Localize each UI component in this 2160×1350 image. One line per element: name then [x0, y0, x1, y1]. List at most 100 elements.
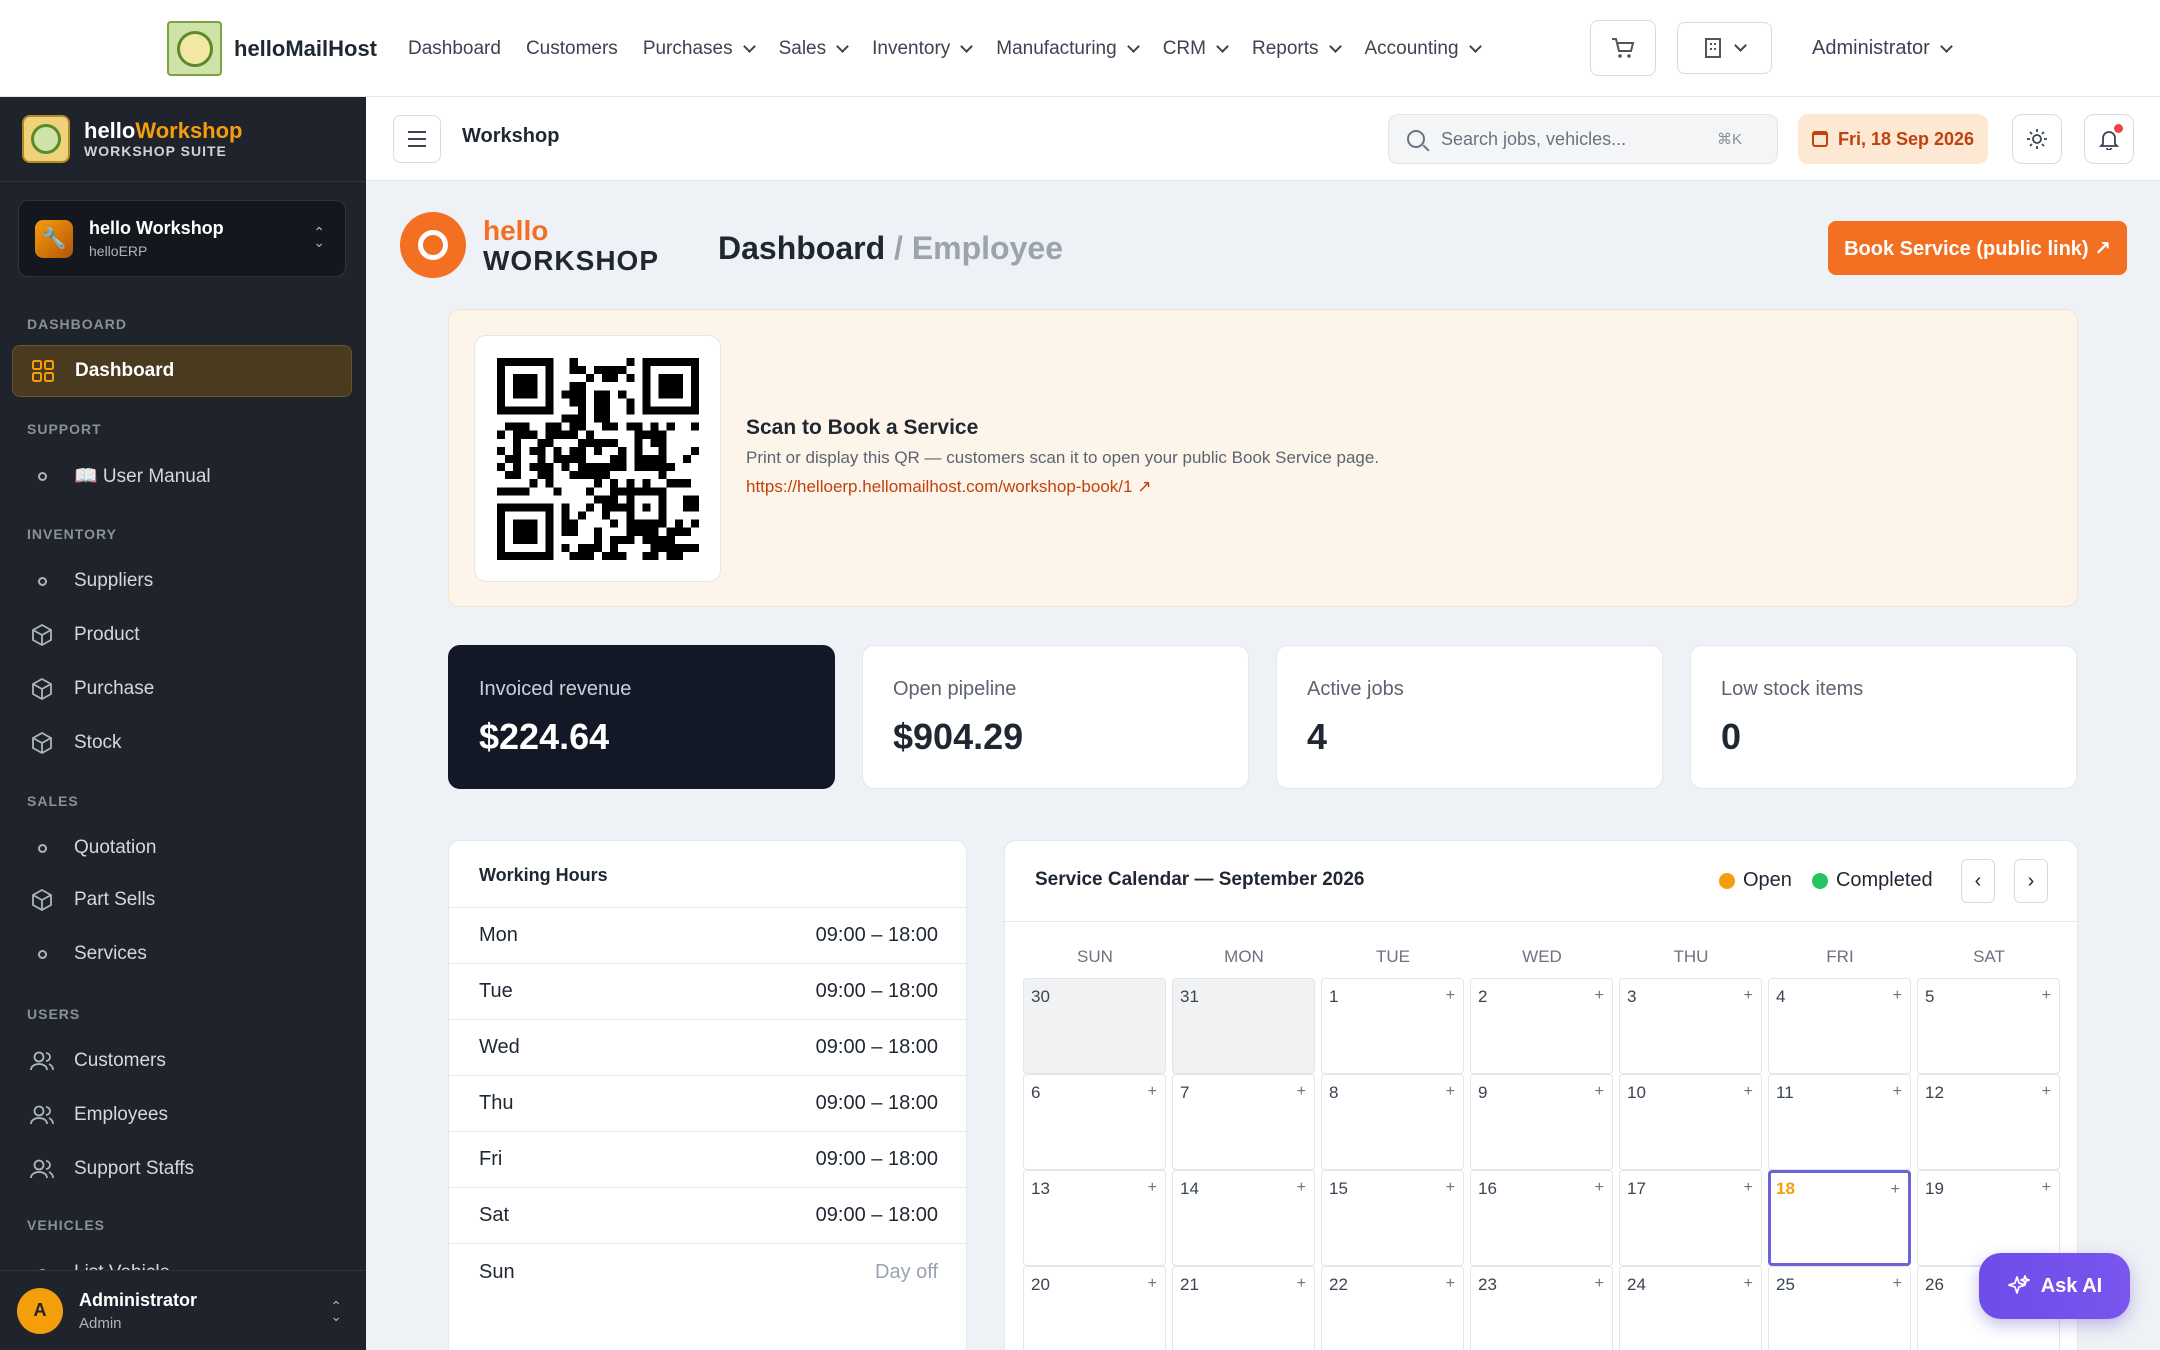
add-booking-icon[interactable]: +	[1744, 1275, 1753, 1293]
menu-manufacturing[interactable]: Manufacturing	[996, 38, 1140, 60]
add-booking-icon[interactable]: +	[1446, 1083, 1455, 1101]
sidebar-item-purchase[interactable]: Purchase	[12, 663, 352, 715]
brand[interactable]: helloMailHost	[167, 21, 377, 76]
calendar-day-cell[interactable]: 5 +	[1917, 978, 2060, 1074]
user-menu[interactable]: Administrator	[1812, 0, 1953, 97]
sidebar-item-support-staffs[interactable]: Support Staffs	[12, 1143, 352, 1195]
menu-accounting[interactable]: Accounting	[1365, 38, 1482, 60]
add-booking-icon[interactable]: +	[1446, 1179, 1455, 1197]
calendar-day-cell[interactable]: 4 +	[1768, 978, 1911, 1074]
dot-icon	[30, 836, 54, 860]
menu-purchases[interactable]: Purchases	[643, 38, 756, 60]
calendar-day-cell[interactable]: 30	[1023, 978, 1166, 1074]
add-booking-icon[interactable]: +	[2042, 1083, 2051, 1101]
add-booking-icon[interactable]: +	[1148, 1275, 1157, 1293]
calendar-day-cell[interactable]: 11 +	[1768, 1074, 1911, 1170]
add-booking-icon[interactable]: +	[1595, 1083, 1604, 1101]
calendar-day-cell[interactable]: 16 +	[1470, 1170, 1613, 1266]
add-booking-icon[interactable]: +	[2042, 1179, 2051, 1197]
book-service-button[interactable]: Book Service (public link) ↗	[1828, 221, 2127, 275]
sidebar-item-user-manual[interactable]: 📖 User Manual	[12, 450, 352, 502]
calendar-day-cell[interactable]: 9 +	[1470, 1074, 1613, 1170]
add-booking-icon[interactable]: +	[1446, 987, 1455, 1005]
calendar-day-cell[interactable]: 17 +	[1619, 1170, 1762, 1266]
calendar-day-cell[interactable]: 10 +	[1619, 1074, 1762, 1170]
user-name: Administrator	[79, 1289, 198, 1310]
calendar-prev-button[interactable]: ‹	[1961, 859, 1995, 903]
calendar-day-cell[interactable]: 8 +	[1321, 1074, 1464, 1170]
sidebar-item-employees[interactable]: Employees	[12, 1089, 352, 1141]
sidebar-item-stock[interactable]: Stock	[12, 717, 352, 769]
sidebar-user-footer[interactable]: A Administrator Admin ⌃ ⌄	[0, 1270, 366, 1350]
calendar-day-cell[interactable]: 18 +	[1768, 1170, 1911, 1266]
add-booking-icon[interactable]: +	[1297, 1179, 1306, 1197]
add-booking-icon[interactable]: +	[1744, 1083, 1753, 1101]
sidebar-brand[interactable]: helloWorkshop WORKSHOP SUITE	[22, 115, 243, 163]
breadcrumb-main[interactable]: Dashboard	[718, 230, 885, 266]
calendar-day-cell[interactable]: 13 +	[1023, 1170, 1166, 1266]
sidebar-item-services[interactable]: Services	[12, 928, 352, 980]
workspace-switcher[interactable]: 🔧 hello Workshop helloERP ⌃ ⌄	[18, 200, 346, 277]
search-input[interactable]	[1441, 128, 1711, 150]
calendar-day-cell[interactable]: 15 +	[1321, 1170, 1464, 1266]
add-booking-icon[interactable]: +	[1595, 1275, 1604, 1293]
add-booking-icon[interactable]: +	[1595, 987, 1604, 1005]
calendar-next-button[interactable]: ›	[2014, 859, 2048, 903]
date-pill[interactable]: Fri, 18 Sep 2026	[1798, 114, 1988, 164]
calendar-day-cell[interactable]: 12 +	[1917, 1074, 2060, 1170]
add-booking-icon[interactable]: +	[1893, 1083, 1902, 1101]
sidebar-item-product[interactable]: Product	[12, 609, 352, 661]
add-booking-icon[interactable]: +	[1891, 1181, 1900, 1199]
theme-toggle-button[interactable]	[2012, 114, 2062, 164]
sidebar-item-quotation[interactable]: Quotation	[12, 822, 352, 874]
menu-customers[interactable]: Customers	[526, 38, 618, 60]
calendar-day-cell[interactable]: 19 +	[1917, 1170, 2060, 1266]
menu-dashboard[interactable]: Dashboard	[408, 38, 501, 60]
calendar-day-cell[interactable]: 24 +	[1619, 1266, 1762, 1350]
calendar-day-cell[interactable]: 1 +	[1321, 978, 1464, 1074]
weekday-header: FRI	[1826, 947, 1854, 966]
calendar-day-cell[interactable]: 22 +	[1321, 1266, 1464, 1350]
search-box[interactable]: ⌘K	[1388, 114, 1778, 164]
add-booking-icon[interactable]: +	[1148, 1179, 1157, 1197]
booking-link[interactable]: https://helloerp.hellomailhost.com/works…	[746, 477, 1151, 497]
menu-inventory[interactable]: Inventory	[872, 38, 974, 60]
add-booking-icon[interactable]: +	[1893, 1275, 1902, 1293]
calendar-day-cell[interactable]: 23 +	[1470, 1266, 1613, 1350]
menu-sales[interactable]: Sales	[779, 38, 849, 60]
add-booking-icon[interactable]: +	[1744, 987, 1753, 1005]
calendar-day-cell[interactable]: 7 +	[1172, 1074, 1315, 1170]
add-booking-icon[interactable]: +	[1446, 1275, 1455, 1293]
cart-button[interactable]	[1590, 20, 1656, 76]
calendar-day-cell[interactable]: 20 +	[1023, 1266, 1166, 1350]
day-number: 21	[1180, 1275, 1199, 1294]
add-booking-icon[interactable]: +	[1297, 1083, 1306, 1101]
sidebar-item-customers[interactable]: Customers	[12, 1035, 352, 1087]
add-booking-icon[interactable]: +	[1148, 1083, 1157, 1101]
sidebar-item-part-sells[interactable]: Part Sells	[12, 874, 352, 926]
add-booking-icon[interactable]: +	[1297, 1275, 1306, 1293]
add-booking-icon[interactable]: +	[1595, 1179, 1604, 1197]
menu-toggle-button[interactable]	[393, 115, 441, 163]
calendar-day-cell[interactable]: 31	[1172, 978, 1315, 1074]
company-switcher-button[interactable]	[1677, 22, 1772, 74]
sidebar-item-suppliers[interactable]: Suppliers	[12, 555, 352, 607]
day-number: 19	[1925, 1179, 1944, 1198]
hours-row: Tue 09:00 – 18:00	[449, 964, 966, 1020]
ask-ai-button[interactable]: Ask AI	[1979, 1253, 2130, 1319]
menu-label: Dashboard	[408, 37, 501, 59]
calendar-day-cell[interactable]: 14 +	[1172, 1170, 1315, 1266]
add-booking-icon[interactable]: +	[1744, 1179, 1753, 1197]
add-booking-icon[interactable]: +	[2042, 987, 2051, 1005]
sidebar-item-dashboard[interactable]: Dashboard	[12, 345, 352, 397]
section-support: SUPPORT	[27, 421, 102, 437]
calendar-day-cell[interactable]: 3 +	[1619, 978, 1762, 1074]
menu-reports[interactable]: Reports	[1252, 38, 1342, 60]
calendar-day-cell[interactable]: 2 +	[1470, 978, 1613, 1074]
calendar-day-cell[interactable]: 25 +	[1768, 1266, 1911, 1350]
calendar-day-cell[interactable]: 21 +	[1172, 1266, 1315, 1350]
add-booking-icon[interactable]: +	[1893, 987, 1902, 1005]
calendar-day-cell[interactable]: 6 +	[1023, 1074, 1166, 1170]
notifications-button[interactable]	[2084, 114, 2134, 164]
menu-crm[interactable]: CRM	[1163, 38, 1229, 60]
